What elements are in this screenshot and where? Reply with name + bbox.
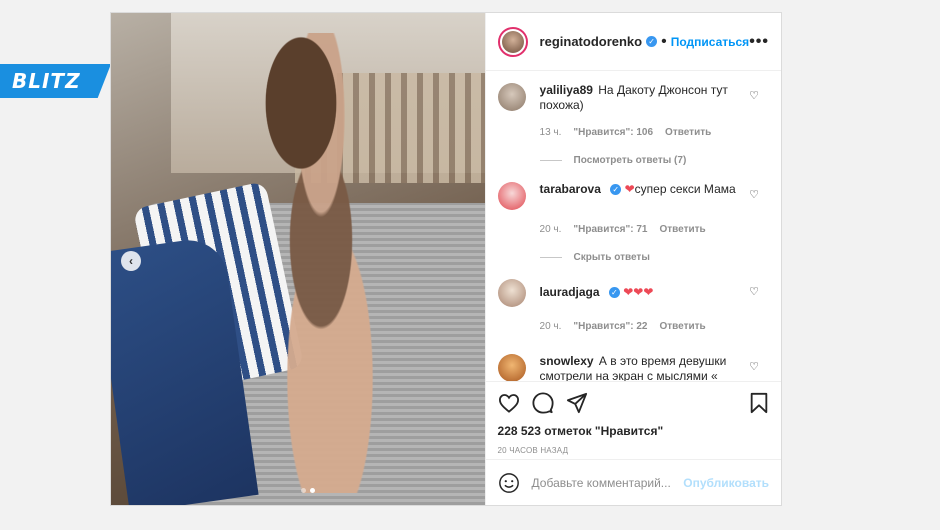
comments-list: yaliliya89 На Дакоту Джонсон тут похожа)… (486, 71, 781, 381)
comment-meta: 13 ч. "Нравится": 106 Ответить (540, 127, 769, 138)
author-avatar[interactable] (497, 26, 528, 57)
author-username[interactable]: reginatodorenko (540, 34, 643, 49)
bookmark-icon[interactable] (749, 392, 769, 414)
heart-icon[interactable]: ♡ (749, 360, 759, 373)
replies-toggle[interactable]: Посмотреть ответы (7) (539, 155, 769, 166)
avatar[interactable] (497, 182, 526, 210)
blitz-logo: BLITZ (0, 64, 111, 98)
heart-icon[interactable]: ♡ (749, 89, 759, 102)
comment-username[interactable]: snowlexy (540, 354, 594, 368)
post-photo: ‹ (111, 13, 485, 505)
instagram-post: ‹ reginatodorenko ✓ • Подписаться ••• ya… (110, 12, 782, 506)
heart-icon[interactable]: ♡ (749, 285, 759, 298)
blitz-logo-text: BLITZ (12, 69, 81, 93)
verified-icon: ✓ (646, 36, 658, 47)
comment-time: 20 ч. (539, 224, 562, 235)
heart-icon[interactable] (498, 393, 520, 413)
comment-likes[interactable]: "Нравится": 71 (573, 224, 647, 235)
verified-icon: ✓ (610, 184, 622, 196)
comment-time: 20 ч. (539, 321, 562, 332)
more-options-icon[interactable]: ••• (749, 33, 769, 51)
follow-button[interactable]: Подписаться (671, 35, 749, 49)
verified-icon: ✓ (608, 287, 620, 299)
comment-input[interactable]: Добавьте комментарий... (532, 476, 684, 490)
emoji-icon[interactable] (498, 472, 520, 494)
post-header: reginatodorenko ✓ • Подписаться ••• (485, 13, 781, 71)
reply-button[interactable]: Ответить (659, 224, 705, 235)
comment-username[interactable]: lauradjaga (540, 285, 600, 299)
likes-count[interactable]: 228 523 отметок "Нравится" (498, 424, 769, 438)
heart-icon[interactable]: ♡ (749, 188, 759, 201)
comment: lauradjaga ✓ ❤❤❤ ♡ (497, 279, 769, 307)
avatar[interactable] (497, 354, 526, 381)
replies-toggle-label[interactable]: Скрыть ответы (574, 252, 650, 263)
comment: tarabarova ✓ ❤супер секси Мама ♡ (497, 182, 769, 210)
comment: snowlexy А в это время девушки смотрели … (497, 354, 769, 381)
chevron-left-icon[interactable]: ‹ (121, 251, 141, 271)
publish-button[interactable]: Опубликовать (683, 476, 769, 490)
comment-likes[interactable]: "Нравится": 106 (573, 127, 653, 138)
comment-meta: 20 ч. "Нравится": 71 Ответить (540, 224, 769, 235)
comment-likes[interactable]: "Нравится": 22 (573, 321, 647, 332)
comment-username[interactable]: yaliliya89 (540, 83, 593, 97)
avatar[interactable] (497, 83, 526, 111)
comment-username[interactable]: tarabarova (540, 182, 601, 196)
reply-button[interactable]: Ответить (659, 321, 705, 332)
post-sidebar: reginatodorenko ✓ • Подписаться ••• yali… (484, 13, 781, 505)
comment-composer: Добавьте комментарий... Опубликовать (485, 459, 781, 505)
heart-emoji: ❤ (624, 182, 635, 196)
post-time: 20 ЧАСОВ НАЗАД (497, 446, 569, 455)
heart-emoji: ❤❤❤ (623, 285, 654, 299)
avatar[interactable] (497, 279, 526, 307)
carousel-dot-active (310, 488, 315, 493)
comment-icon[interactable] (531, 392, 554, 414)
comment-text: супер секси Мама (634, 182, 736, 196)
replies-toggle-label[interactable]: Посмотреть ответы (7) (574, 155, 687, 166)
post-actions: 228 523 отметок "Нравится" 20 ЧАСОВ НАЗА… (485, 381, 781, 459)
replies-toggle[interactable]: Скрыть ответы (539, 252, 769, 263)
separator: • (661, 32, 667, 50)
reply-button[interactable]: Ответить (665, 127, 711, 138)
carousel-dot (301, 488, 306, 493)
comment-time: 13 ч. (539, 127, 562, 138)
share-icon[interactable] (566, 392, 588, 414)
comment: yaliliya89 На Дакоту Джонсон тут похожа)… (497, 83, 769, 113)
carousel-indicator (301, 488, 315, 493)
comment-meta: 20 ч. "Нравится": 22 Ответить (540, 321, 769, 332)
